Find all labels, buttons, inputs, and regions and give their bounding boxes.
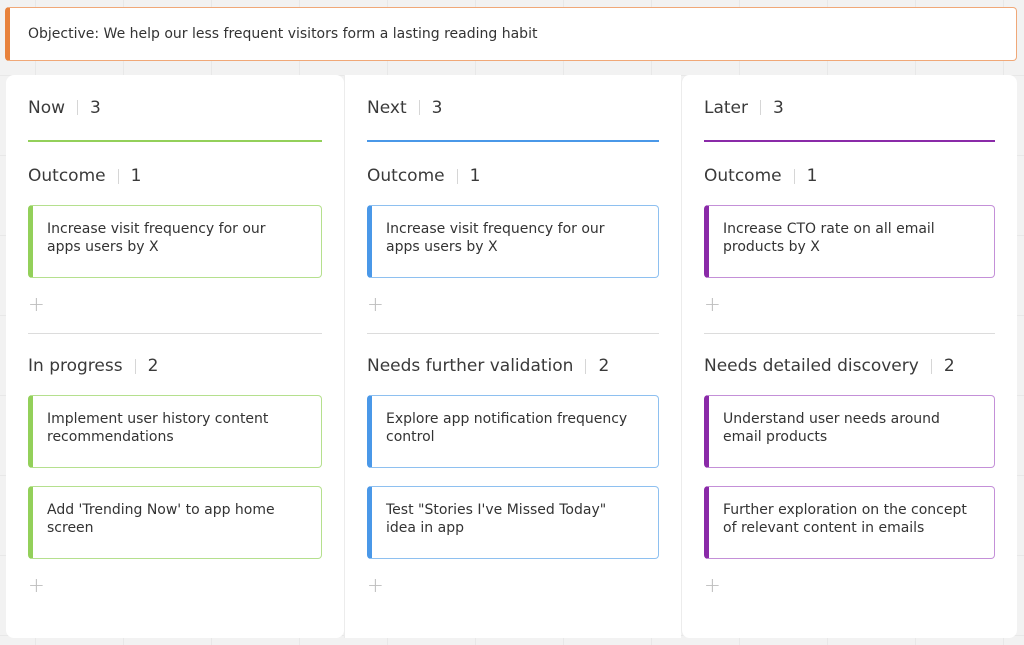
group-count: 1 — [130, 166, 142, 186]
card-text: Understand user needs around email produ… — [723, 411, 940, 445]
group-header: Outcome 1 — [28, 161, 322, 191]
group-title: Outcome — [704, 166, 782, 186]
add-card-button[interactable]: + — [28, 575, 50, 597]
plus-icon: + — [367, 292, 384, 316]
separator — [585, 358, 587, 374]
column-title: Later — [704, 97, 749, 118]
card[interactable]: Increase CTO rate on all email products … — [704, 205, 995, 278]
column-title: Now — [28, 97, 66, 118]
column-header: Later 3 — [704, 75, 995, 142]
card[interactable]: Increase visit frequency for our apps us… — [28, 205, 322, 278]
card-text: Test "Stories I've Missed Today" idea in… — [386, 502, 607, 536]
group-header: Outcome 1 — [367, 161, 659, 191]
group-header: In progress 2 — [28, 351, 322, 381]
card-text: Further exploration on the concept of re… — [723, 502, 967, 536]
group-needs-further-validation: Needs further validation 2 Explore app n… — [367, 351, 659, 597]
column-count: 3 — [90, 97, 101, 118]
column-next: Next 3 Outcome 1 Increase visit frequenc… — [344, 75, 681, 638]
objective-text: Objective: We help our less frequent vis… — [28, 26, 538, 42]
card-text: Increase CTO rate on all email products … — [723, 221, 935, 255]
group-title: Needs further validation — [367, 356, 574, 376]
card-text: Increase visit frequency for our apps us… — [47, 221, 266, 255]
card-text: Implement user history content recommend… — [47, 411, 269, 445]
group-title: Outcome — [28, 166, 106, 186]
add-card-button[interactable]: + — [367, 294, 389, 316]
separator — [930, 358, 932, 374]
separator — [77, 100, 79, 115]
card[interactable]: Implement user history content recommend… — [28, 395, 322, 468]
plus-icon: + — [704, 573, 721, 597]
group-title: Outcome — [367, 166, 445, 186]
group-outcome: Outcome 1 Increase visit frequency for o… — [28, 161, 322, 316]
card-text: Increase visit frequency for our apps us… — [386, 221, 605, 255]
group-divider — [367, 333, 659, 334]
group-header: Needs further validation 2 — [367, 351, 659, 381]
plus-icon: + — [28, 573, 45, 597]
group-divider — [28, 333, 322, 334]
group-divider — [704, 333, 995, 334]
group-count: 2 — [598, 356, 610, 376]
separator — [418, 100, 420, 115]
group-count: 2 — [943, 356, 955, 376]
group-outcome: Outcome 1 Increase visit frequency for o… — [367, 161, 659, 316]
add-card-button[interactable]: + — [704, 575, 726, 597]
column-header: Next 3 — [367, 75, 659, 142]
separator — [456, 168, 458, 184]
card[interactable]: Test "Stories I've Missed Today" idea in… — [367, 486, 659, 559]
add-card-button[interactable]: + — [367, 575, 389, 597]
column-later: Later 3 Outcome 1 Increase CTO rate on a… — [681, 75, 1017, 638]
card[interactable]: Add 'Trending Now' to app home screen — [28, 486, 322, 559]
group-title: Needs detailed discovery — [704, 356, 919, 376]
column-header: Now 3 — [28, 75, 322, 142]
objective-banner[interactable]: Objective: We help our less frequent vis… — [5, 7, 1017, 61]
add-card-button[interactable]: + — [28, 294, 50, 316]
card[interactable]: Explore app notification frequency contr… — [367, 395, 659, 468]
group-count: 1 — [806, 166, 818, 186]
group-outcome: Outcome 1 Increase CTO rate on all email… — [704, 161, 995, 316]
plus-icon: + — [704, 292, 721, 316]
separator — [134, 358, 136, 374]
card[interactable]: Increase visit frequency for our apps us… — [367, 205, 659, 278]
roadmap-board: Now 3 Outcome 1 Increase visit frequency… — [6, 75, 1017, 638]
group-header: Needs detailed discovery 2 — [704, 351, 995, 381]
group-count: 2 — [147, 356, 159, 376]
card-text: Add 'Trending Now' to app home screen — [47, 502, 275, 536]
add-card-button[interactable]: + — [704, 294, 726, 316]
separator — [760, 100, 762, 115]
separator — [117, 168, 119, 184]
card[interactable]: Further exploration on the concept of re… — [704, 486, 995, 559]
card[interactable]: Understand user needs around email produ… — [704, 395, 995, 468]
column-now: Now 3 Outcome 1 Increase visit frequency… — [6, 75, 344, 638]
group-count: 1 — [469, 166, 481, 186]
group-header: Outcome 1 — [704, 161, 995, 191]
card-text: Explore app notification frequency contr… — [386, 411, 628, 445]
plus-icon: + — [28, 292, 45, 316]
plus-icon: + — [367, 573, 384, 597]
separator — [793, 168, 795, 184]
column-count: 3 — [773, 97, 784, 118]
group-in-progress: In progress 2 Implement user history con… — [28, 351, 322, 597]
column-count: 3 — [431, 97, 443, 118]
group-title: In progress — [28, 356, 123, 376]
column-title: Next — [367, 97, 407, 118]
group-needs-detailed-discovery: Needs detailed discovery 2 Understand us… — [704, 351, 995, 597]
